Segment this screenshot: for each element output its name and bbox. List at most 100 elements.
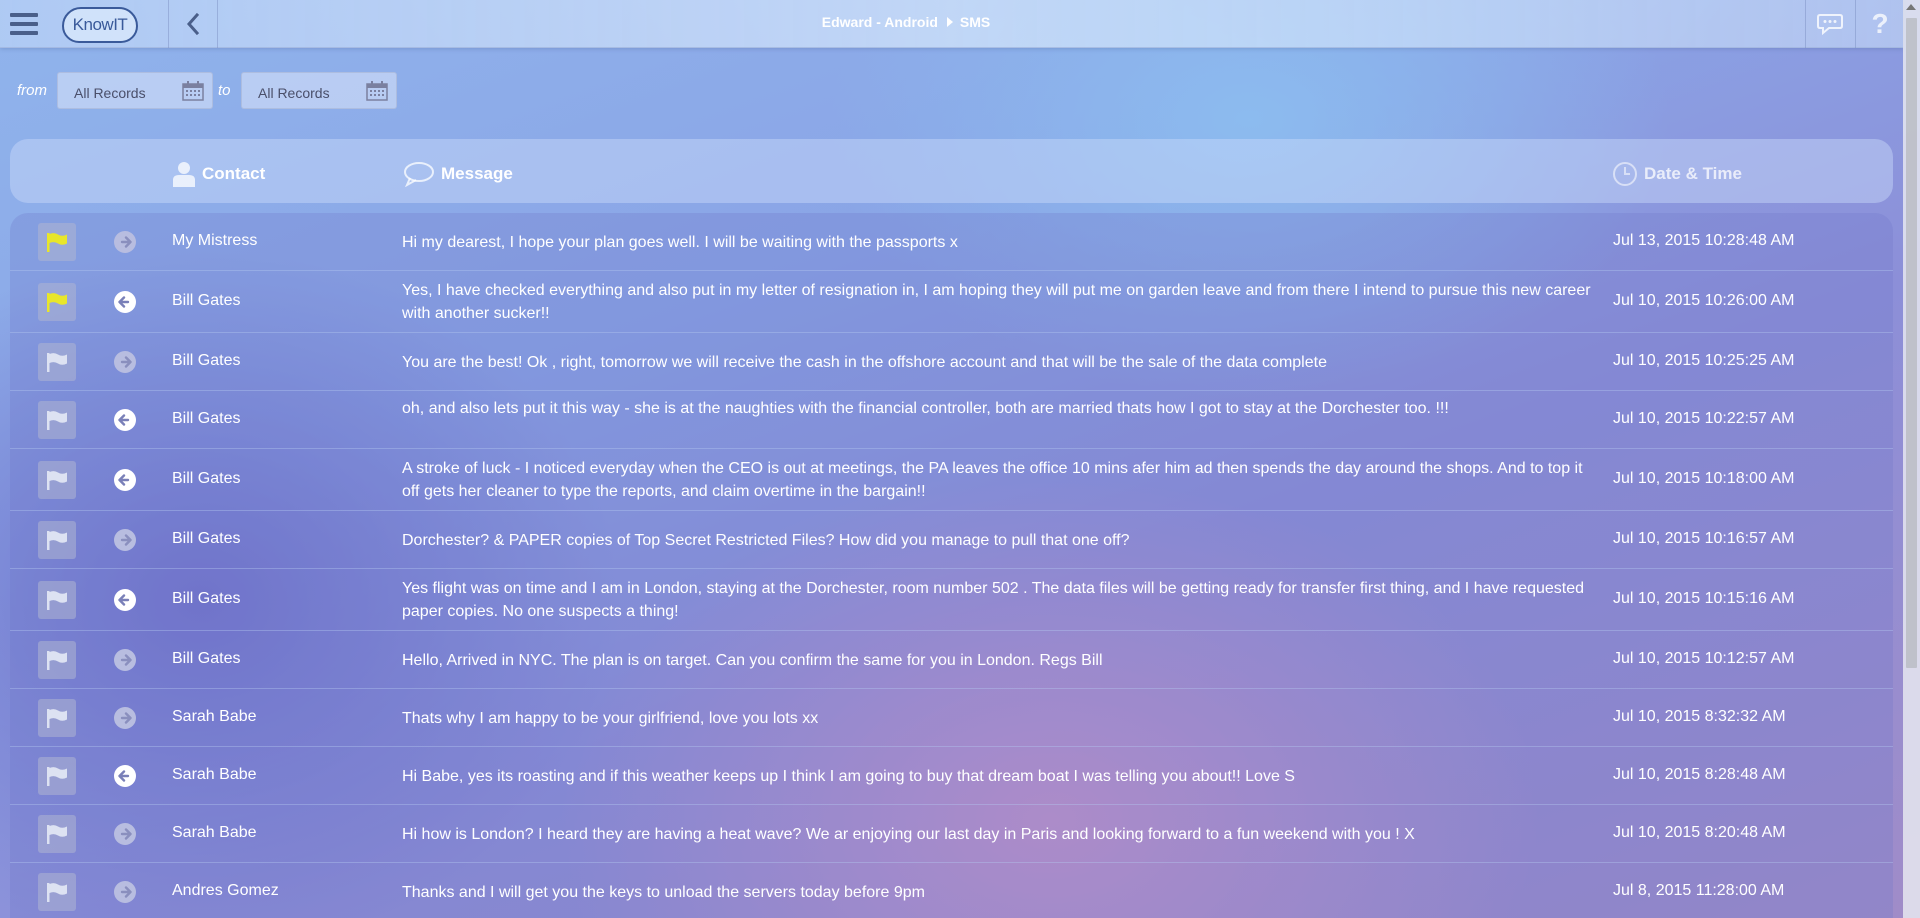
message-text: Yes flight was on time and I am in Londo…	[402, 580, 1584, 620]
flag-icon	[47, 471, 67, 490]
flag-icon	[47, 591, 67, 610]
breadcrumb-section: SMS	[959, 14, 991, 30]
flag-icon	[47, 825, 67, 844]
flag-icon	[47, 293, 67, 312]
contact-name: Bill Gates	[172, 352, 241, 369]
flag-toggle-button[interactable]	[38, 461, 76, 499]
arrow-right-circle-icon	[114, 231, 136, 253]
flag-icon	[47, 411, 67, 430]
arrow-left-circle-icon	[114, 409, 136, 431]
help-button[interactable]: ?	[1856, 0, 1904, 48]
flag-toggle-button[interactable]	[38, 223, 76, 261]
breadcrumb: Edward - Android SMS	[0, 14, 1812, 30]
from-date-field[interactable]: All Records	[57, 72, 213, 109]
table-row[interactable]: Bill Gates oh, and also lets put it this …	[10, 391, 1893, 449]
message-datetime: Jul 10, 2015 10:25:25 AM	[1613, 352, 1795, 369]
message-text: Yes, I have checked everything and also …	[402, 282, 1591, 322]
to-date-value: All Records	[258, 85, 330, 101]
contact-name: Bill Gates	[172, 590, 241, 607]
flag-icon	[47, 651, 67, 670]
contact-name: Bill Gates	[172, 650, 241, 667]
flag-toggle-button[interactable]	[38, 757, 76, 795]
contact-name: Bill Gates	[172, 410, 241, 427]
contact-name: Sarah Babe	[172, 708, 257, 725]
flag-toggle-button[interactable]	[38, 641, 76, 679]
to-date-field[interactable]: All Records	[241, 72, 397, 109]
message-text: You are the best! Ok , right, tomorrow w…	[402, 354, 1327, 371]
calendar-icon[interactable]	[182, 81, 204, 101]
table-row[interactable]: My Mistress Hi my dearest, I hope your pl…	[10, 213, 1893, 271]
contact-name: My Mistress	[172, 232, 258, 249]
chat-button[interactable]	[1806, 0, 1854, 48]
message-datetime: Jul 10, 2015 10:16:57 AM	[1613, 530, 1795, 547]
column-header-contact-label: Contact	[202, 164, 266, 183]
message-text: oh, and also lets put it this way - she …	[402, 400, 1449, 417]
message-datetime: Jul 8, 2015 11:28:00 AM	[1613, 882, 1785, 899]
message-text: Hi my dearest, I hope your plan goes wel…	[402, 234, 958, 251]
vertical-scrollbar[interactable]	[1903, 0, 1920, 918]
contact-name: Andres Gomez	[172, 882, 279, 899]
message-text: Thats why I am happy to be your girlfrie…	[402, 710, 819, 727]
hamburger-icon-line	[10, 31, 38, 35]
message-text: Thanks and I will get you the keys to un…	[402, 884, 925, 901]
message-datetime: Jul 10, 2015 10:26:00 AM	[1613, 292, 1795, 309]
arrow-right-circle-icon	[114, 529, 136, 551]
question-mark-icon: ?	[1871, 8, 1889, 39]
table-row[interactable]: Andres Gomez Thanks and I will get you th…	[10, 863, 1893, 918]
message-text: A stroke of luck - I noticed everyday wh…	[402, 460, 1583, 500]
arrow-right-circle-icon	[114, 649, 136, 671]
table-row[interactable]: Bill Gates Hello, Arrived in NYC. The pla…	[10, 631, 1893, 689]
chat-bubble-icon	[1817, 14, 1843, 35]
flag-toggle-button[interactable]	[38, 401, 76, 439]
message-datetime: Jul 10, 2015 10:18:00 AM	[1613, 470, 1795, 487]
table-row[interactable]: Bill Gates Yes flight was on time and I a…	[10, 569, 1893, 631]
scroll-thumb[interactable]	[1906, 18, 1917, 668]
table-row[interactable]: Sarah Babe Hi how is London? I heard they…	[10, 805, 1893, 863]
table-row[interactable]: Sarah Babe Hi Babe, yes its roasting and …	[10, 747, 1893, 805]
flag-icon	[47, 883, 67, 902]
to-label: to	[218, 82, 231, 99]
column-header-datetime[interactable]: Date & Time	[1612, 161, 1742, 187]
table-row[interactable]: Sarah Babe Thats why I am happy to be you…	[10, 689, 1893, 747]
contact-name: Sarah Babe	[172, 824, 257, 841]
column-header-message[interactable]: Message	[403, 161, 513, 187]
message-text: Hi how is London? I heard they are havin…	[402, 826, 1415, 843]
message-datetime: Jul 10, 2015 8:32:32 AM	[1613, 708, 1786, 725]
scroll-up-arrow-icon[interactable]	[1906, 4, 1916, 10]
table-row[interactable]: Bill Gates A stroke of luck - I noticed e…	[10, 449, 1893, 511]
flag-icon	[47, 709, 67, 728]
flag-toggle-button[interactable]	[38, 581, 76, 619]
flag-toggle-button[interactable]	[38, 815, 76, 853]
speech-bubble-icon	[404, 162, 434, 187]
contact-name: Bill Gates	[172, 470, 241, 487]
breadcrumb-device[interactable]: Edward - Android	[822, 14, 938, 30]
column-header-message-label: Message	[441, 164, 513, 183]
table-row[interactable]: Bill Gates You are the best! Ok , right, …	[10, 333, 1893, 391]
from-label: from	[17, 82, 47, 99]
flag-toggle-button[interactable]	[38, 283, 76, 321]
column-header-datetime-label: Date & Time	[1644, 164, 1742, 183]
person-icon	[173, 162, 195, 187]
message-text: Dorchester? & PAPER copies of Top Secret…	[402, 532, 1130, 549]
flag-toggle-button[interactable]	[38, 699, 76, 737]
contact-name: Sarah Babe	[172, 766, 257, 783]
arrow-left-circle-icon	[114, 291, 136, 313]
table-row[interactable]: Bill Gates Dorchester? & PAPER copies of …	[10, 511, 1893, 569]
table-header: Contact Message Date & Time	[10, 139, 1893, 203]
flag-toggle-button[interactable]	[38, 343, 76, 381]
column-header-contact[interactable]: Contact	[172, 161, 265, 187]
flag-icon	[47, 233, 67, 252]
arrow-left-circle-icon	[114, 765, 136, 787]
message-text: Hello, Arrived in NYC. The plan is on ta…	[402, 652, 1103, 669]
flag-icon	[47, 353, 67, 372]
from-date-value: All Records	[74, 85, 146, 101]
message-text: Hi Babe, yes its roasting and if this we…	[402, 768, 1295, 785]
flag-toggle-button[interactable]	[38, 521, 76, 559]
flag-toggle-button[interactable]	[38, 873, 76, 911]
arrow-left-circle-icon	[114, 469, 136, 491]
contact-name: Bill Gates	[172, 292, 241, 309]
calendar-icon[interactable]	[366, 81, 388, 101]
sms-table-body: My Mistress Hi my dearest, I hope your pl…	[10, 213, 1893, 918]
arrow-right-circle-icon	[114, 707, 136, 729]
table-row[interactable]: Bill Gates Yes, I have checked everything…	[10, 271, 1893, 333]
